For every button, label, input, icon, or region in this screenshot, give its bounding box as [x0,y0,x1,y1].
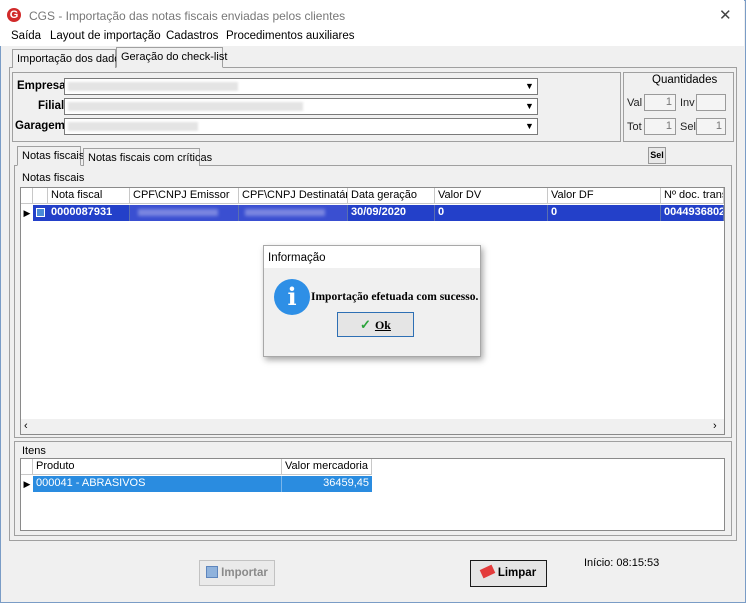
grid-indicator-header [21,188,33,204]
dialog-title: Informação [268,252,326,264]
window-title: CGS - Importação das notas fiscais envia… [29,9,346,23]
col-nota-fiscal[interactable]: Nota fiscal [48,188,130,204]
ok-label: Ok [374,318,391,332]
col-cnpj-emissor[interactable]: CPF\CNPJ Emissor [130,188,239,204]
chevron-down-icon: ▼ [525,101,534,111]
select-tool-icon[interactable]: Sel [648,147,666,164]
empresa-label: Empresa [17,80,66,92]
row-pointer-icon: ▶ [21,205,33,221]
cell-valor-df[interactable]: 0 [548,205,661,221]
tab-geracao-check-list[interactable]: Geração do check-list [116,47,227,68]
cell-cnpj-destinatario[interactable] [239,205,348,221]
eraser-icon [479,564,496,579]
menu-cadastros[interactable]: Cadastros [166,30,218,42]
col-valor-dv[interactable]: Valor DV [435,188,548,204]
check-icon: ✓ [360,317,371,332]
info-dialog: Informação i Importação efetuada com suc… [263,245,481,357]
importar-button[interactable]: Importar [199,560,275,586]
garagem-select[interactable]: ▼ [64,118,538,135]
menu-saida[interactable]: Saída [11,30,41,42]
chevron-down-icon: ▼ [525,121,534,131]
tot-label: Tot [627,121,642,133]
sel-label: Sel [680,121,696,133]
dialog-message: Importação efetuada com sucesso. [311,291,479,303]
empresa-select[interactable]: ▼ [64,78,538,95]
col-produto[interactable]: Produto [33,459,282,475]
grid-check-header [33,188,48,204]
col-valor-mercadoria[interactable]: Valor mercadoria [282,459,372,475]
cell-data-geracao[interactable]: 30/09/2020 [348,205,435,221]
notas-group-title: Notas fiscais [22,172,85,184]
inv-label: Inv [680,97,695,109]
limpar-button[interactable]: Limpar [470,560,547,587]
horizontal-scrollbar[interactable] [21,419,724,434]
ok-button[interactable]: ✓ Ok [337,312,414,337]
quantidades-title: Quantidades [652,74,718,86]
cell-nota-fiscal[interactable]: 0000087931 [48,205,130,221]
tab-notas-fiscais-criticas[interactable]: Notas fiscais com críticas [83,148,212,166]
inv-value [696,94,726,111]
filial-label: Filial [38,100,65,112]
row-checkbox[interactable] [33,205,48,221]
cell-produto[interactable]: 000041 - ABRASIVOS [33,476,282,492]
val-value: 1 [644,94,676,111]
itens-indicator-header [21,459,33,475]
cell-doc-trans[interactable]: 0044936802 [661,205,724,221]
save-icon [206,566,219,578]
col-doc-trans[interactable]: Nº doc. trans [661,188,724,204]
menu-layout-importacao[interactable]: Layout de importação [50,30,161,42]
limpar-label: Limpar [497,567,537,579]
inicio-status: Início: 08:15:53 [584,557,660,569]
itens-row-pointer-icon: ▶ [21,476,33,492]
cell-valor-dv[interactable]: 0 [435,205,548,221]
tot-value: 1 [644,118,676,135]
sel-value: 1 [696,118,726,135]
cell-valor-mercadoria[interactable]: 36459,45 [282,476,372,492]
garagem-label: Garagem [15,120,65,132]
importar-label: Importar [221,567,268,579]
itens-group-title: Itens [22,445,46,457]
chevron-down-icon: ▼ [525,81,534,91]
col-data-geracao[interactable]: Data geração [348,188,435,204]
tab-importacao-dados[interactable]: Importação dos dados [12,49,126,68]
cell-cnpj-emissor[interactable] [130,205,239,221]
val-label: Val [627,97,643,109]
col-valor-df[interactable]: Valor DF [548,188,661,204]
app-logo-icon: G [7,8,21,22]
filial-select[interactable]: ▼ [64,98,538,115]
info-icon: i [274,279,310,315]
col-cnpj-destinatario[interactable]: CPF\CNPJ Destinatário [239,188,348,204]
close-icon[interactable]: ✕ [719,6,732,24]
scroll-right-icon[interactable]: › [713,420,717,432]
scroll-left-icon[interactable]: ‹ [24,420,28,432]
menu-procedimentos-auxiliares[interactable]: Procedimentos auxiliares [226,30,354,42]
tab-notas-fiscais[interactable]: Notas fiscais [17,146,84,166]
